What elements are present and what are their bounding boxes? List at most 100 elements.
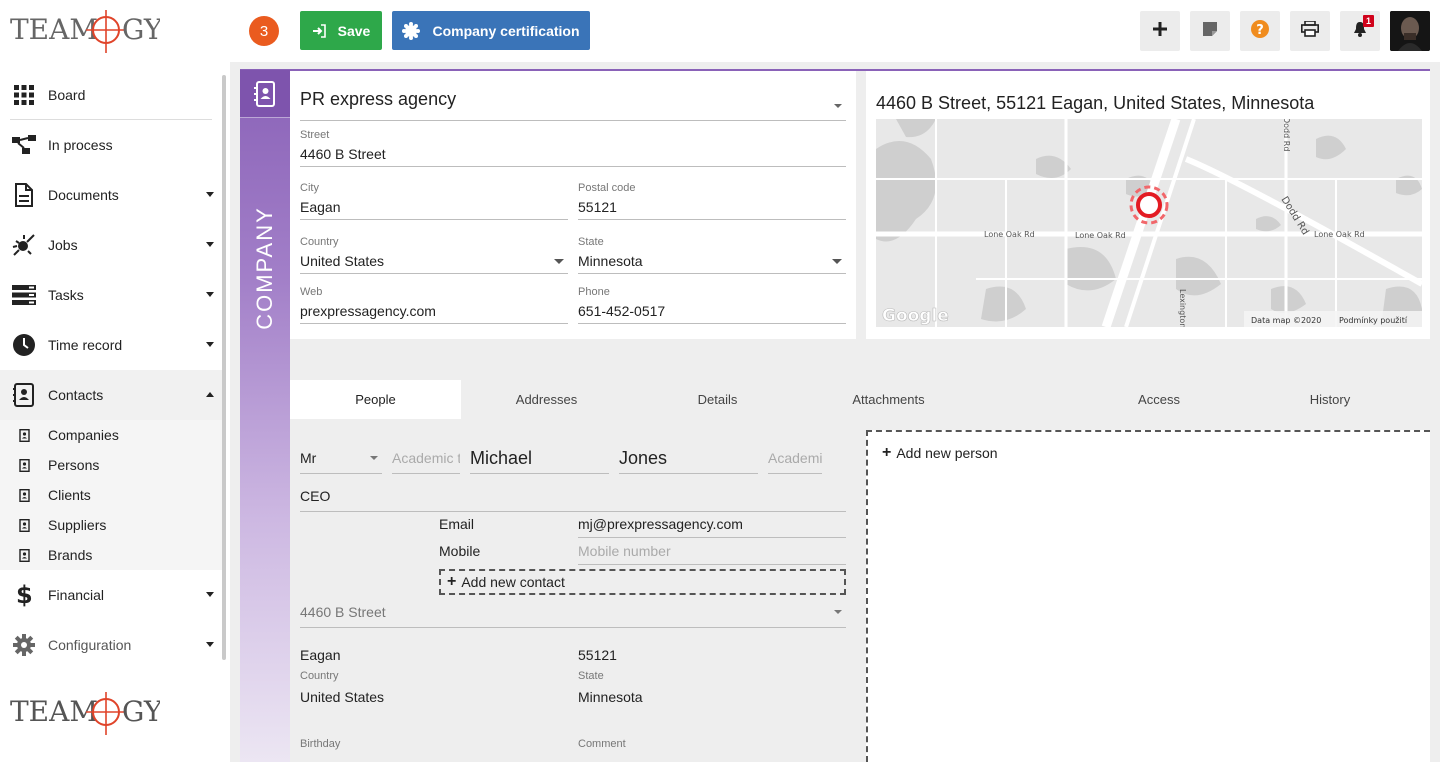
add-button[interactable]	[1140, 11, 1180, 51]
tab-people[interactable]: People	[290, 380, 461, 419]
email-label: Email	[439, 516, 475, 532]
google-logo: Google	[882, 306, 949, 326]
svg-text:?: ?	[1256, 23, 1264, 38]
postal-input[interactable]: 55121	[578, 196, 846, 220]
tab-spacer	[974, 380, 1059, 419]
academic-title-before-input[interactable]: Academic t	[392, 444, 460, 474]
sidebar-item-persons[interactable]: Persons	[0, 450, 222, 480]
sidebar-item-configuration[interactable]: Configuration	[0, 620, 222, 670]
web-input[interactable]: prexpressagency.com	[300, 300, 568, 324]
contact-card-icon	[18, 548, 30, 562]
note-button[interactable]	[1190, 11, 1230, 51]
map-data-credit: Data map ©2020	[1251, 316, 1321, 325]
postal-field: Postal code 55121	[578, 182, 846, 220]
street-label: Street	[300, 129, 330, 141]
location-map[interactable]: Lone Oak Rd Lone Oak Rd Lone Oak Rd Dodd…	[876, 119, 1422, 327]
help-button[interactable]: ?	[1240, 11, 1280, 51]
road-label: Lone Oak Rd	[984, 230, 1035, 239]
state-value: Minnesota	[578, 253, 643, 269]
save-button[interactable]: Save	[300, 11, 382, 50]
user-avatar[interactable]	[1390, 11, 1430, 51]
salutation-select[interactable]: Mr	[300, 444, 382, 474]
svg-text:TEAM: TEAM	[10, 13, 98, 46]
street-input[interactable]: 4460 B Street	[300, 143, 846, 167]
sidebar-item-jobs[interactable]: Jobs	[0, 220, 222, 270]
sidebar-item-clients[interactable]: Clients	[0, 480, 222, 510]
sidebar-item-label: Tasks	[48, 287, 84, 303]
chevron-down-icon	[554, 259, 564, 264]
chevron-down-icon	[206, 592, 214, 597]
first-name-input[interactable]: Michael	[470, 444, 609, 474]
road-label: Dodd Rd	[1282, 119, 1291, 151]
email-input[interactable]: mj@prexpressagency.com	[578, 510, 846, 538]
chevron-down-icon	[834, 610, 842, 614]
road-label: Lone Oak Rd	[1314, 230, 1365, 239]
sidebar-scrollbar[interactable]	[222, 75, 226, 660]
gear-icon	[12, 633, 36, 657]
sidebar-item-time-record[interactable]: Time record	[0, 320, 222, 370]
salutation-value: Mr	[300, 450, 317, 466]
sidebar-item-documents[interactable]: Documents	[0, 170, 222, 220]
add-new-contact-button[interactable]: + Add new contact	[439, 569, 846, 595]
sidebar-item-label: Persons	[48, 457, 100, 473]
phone-label: Phone	[578, 286, 610, 298]
sidebar-item-label: Documents	[48, 187, 119, 203]
tab-details[interactable]: Details	[632, 380, 803, 419]
sidebar-item-label: Jobs	[48, 237, 78, 253]
svg-text:GY: GY	[122, 695, 160, 728]
logo-mark-icon: TEAM GY	[10, 692, 163, 735]
teamogy-logo[interactable]: TEAM GY	[10, 8, 163, 58]
sidebar-item-brands[interactable]: Brands	[0, 540, 222, 570]
city-input[interactable]: Eagan	[300, 196, 568, 220]
web-label: Web	[300, 286, 323, 298]
sidebar-item-label: Suppliers	[48, 517, 107, 533]
pending-count-badge[interactable]: 3	[249, 16, 279, 46]
academic-title-after-input[interactable]: Academi	[768, 444, 822, 474]
state-select[interactable]: Minnesota	[578, 250, 846, 274]
sidebar-item-in-process[interactable]: In process	[0, 120, 222, 170]
company-name-select[interactable]: PR express agency	[300, 89, 846, 121]
add-person-card: + Add new person	[866, 430, 1430, 762]
sidebar-item-board[interactable]: Board	[10, 70, 212, 120]
last-name-input[interactable]: Jones	[619, 444, 758, 474]
sidebar-item-companies[interactable]: Companies	[0, 420, 222, 450]
phone-field: Phone 651-452-0517	[578, 286, 846, 324]
phone-input[interactable]: 651-452-0517	[578, 300, 846, 324]
svg-text:$: $	[16, 582, 32, 608]
sign-in-icon	[312, 23, 326, 38]
notifications-button[interactable]: 1	[1340, 11, 1380, 51]
tab-access[interactable]: Access	[1059, 380, 1259, 419]
sidebar-item-financial[interactable]: $ Financial	[0, 570, 222, 620]
person-country: United States	[300, 689, 385, 705]
clock-icon	[12, 333, 36, 357]
sidebar-item-tasks[interactable]: Tasks	[0, 270, 222, 320]
person-address-select[interactable]: 4460 B Street	[300, 598, 846, 628]
country-value: United States	[300, 253, 385, 269]
comment-label: Comment	[578, 738, 626, 750]
tab-attachments[interactable]: Attachments	[803, 380, 974, 419]
print-button[interactable]	[1290, 11, 1330, 51]
add-new-person-button[interactable]: + Add new person	[882, 444, 998, 462]
sidebar-item-suppliers[interactable]: Suppliers	[0, 510, 222, 540]
logo-mark-icon: TEAM GY	[10, 10, 163, 53]
tab-addresses[interactable]: Addresses	[461, 380, 632, 419]
mobile-label: Mobile	[439, 543, 481, 559]
position-input[interactable]: CEO	[300, 482, 846, 512]
user-photo-icon	[1390, 11, 1430, 51]
tab-history[interactable]: History	[1259, 380, 1401, 419]
chevron-up-icon	[206, 392, 214, 397]
company-card: PR express agency Street 4460 B Street C…	[290, 71, 856, 339]
contacts-icon	[12, 383, 36, 407]
chevron-down-icon	[834, 104, 842, 108]
state-field: State Minnesota	[578, 236, 846, 274]
mobile-input[interactable]: Mobile number	[578, 537, 846, 565]
company-certification-button[interactable]: Company certification	[392, 11, 590, 50]
street-field: Street 4460 B Street	[300, 129, 846, 167]
save-label: Save	[337, 22, 371, 39]
notification-count-badge: 1	[1363, 15, 1374, 27]
print-icon	[1301, 19, 1319, 42]
map-card: 4460 B Street, 55121 Eagan, United State…	[866, 71, 1430, 339]
country-select[interactable]: United States	[300, 250, 568, 274]
chevron-down-icon	[206, 292, 214, 297]
sidebar-item-contacts[interactable]: Contacts	[0, 370, 222, 420]
